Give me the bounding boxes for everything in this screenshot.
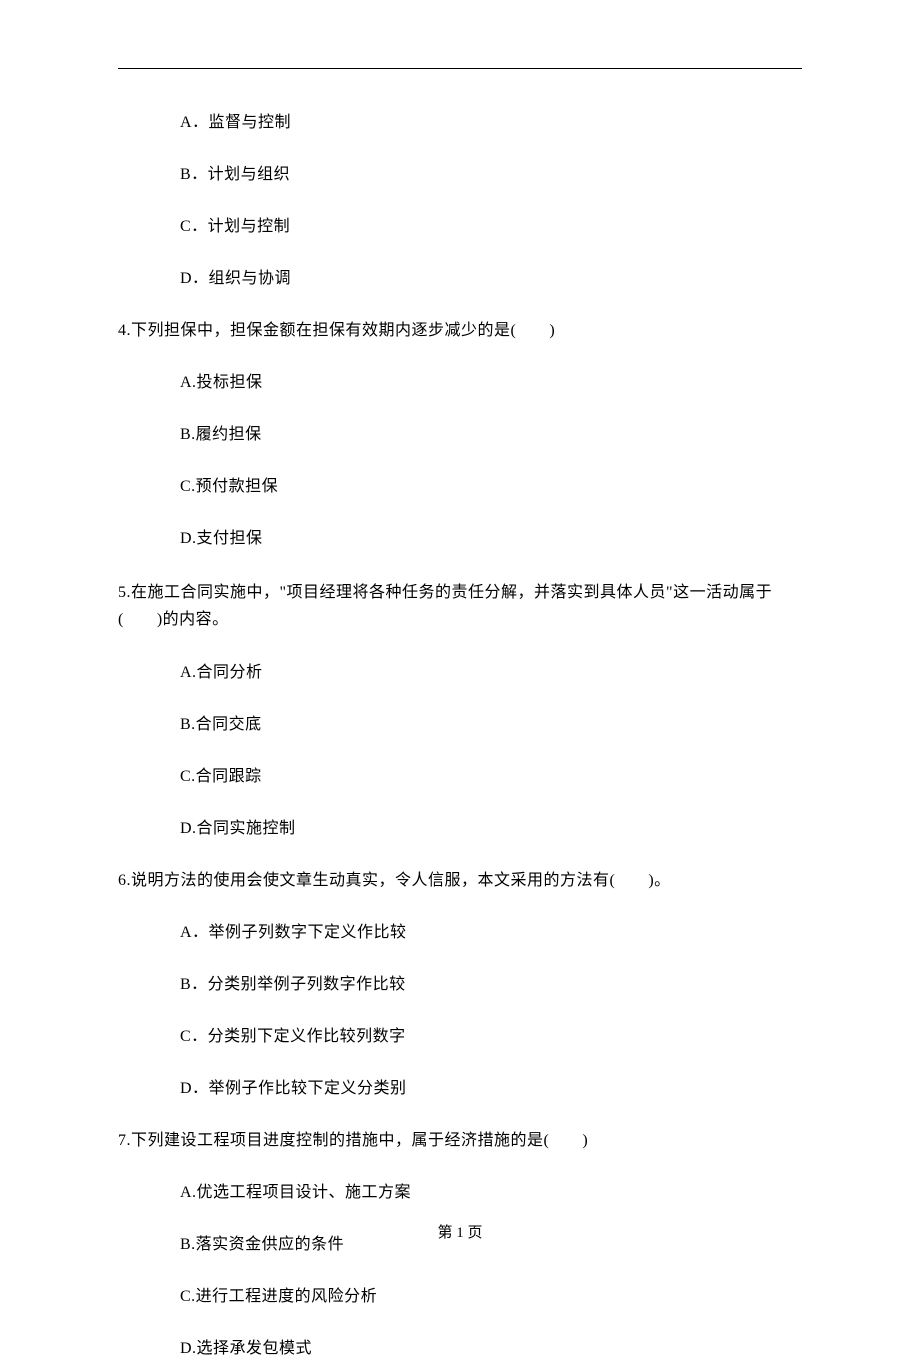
- question-4-option-a: A.投标担保: [118, 371, 802, 395]
- question-4-option-c: C.预付款担保: [118, 475, 802, 499]
- question-7-option-a: A.优选工程项目设计、施工方案: [118, 1181, 802, 1205]
- question-7-stem: 7.下列建设工程项目进度控制的措施中，属于经济措施的是( ): [118, 1129, 802, 1153]
- question-6-option-c: C．分类别下定义作比较列数字: [118, 1025, 802, 1049]
- option-d: D．组织与协调: [118, 267, 802, 291]
- option-c: C．计划与控制: [118, 215, 802, 239]
- header-rule: [118, 68, 802, 69]
- option-a: A．监督与控制: [118, 111, 802, 135]
- question-4-option-d: D.支付担保: [118, 527, 802, 551]
- question-6-option-d: D．举例子作比较下定义分类别: [118, 1077, 802, 1101]
- question-7-option-d: D.选择承发包模式: [118, 1337, 802, 1361]
- question-4-stem: 4.下列担保中，担保金额在担保有效期内逐步减少的是( ): [118, 319, 802, 343]
- question-6-option-a: A．举例子列数字下定义作比较: [118, 921, 802, 945]
- page-body: A．监督与控制 B．计划与组织 C．计划与控制 D．组织与协调 4.下列担保中，…: [0, 0, 920, 1361]
- option-b: B．计划与组织: [118, 163, 802, 187]
- question-4-option-b: B.履约担保: [118, 423, 802, 447]
- page-number: 第 1 页: [0, 1222, 920, 1245]
- question-5-option-d: D.合同实施控制: [118, 817, 802, 841]
- question-7-option-c: C.进行工程进度的风险分析: [118, 1285, 802, 1309]
- question-6-option-b: B．分类别举例子列数字作比较: [118, 973, 802, 997]
- question-5-option-b: B.合同交底: [118, 713, 802, 737]
- question-5-option-a: A.合同分析: [118, 661, 802, 685]
- question-6-stem: 6.说明方法的使用会使文章生动真实，令人信服，本文采用的方法有( )。: [118, 869, 802, 893]
- question-5-stem: 5.在施工合同实施中，"项目经理将各种任务的责任分解，并落实到具体人员"这一活动…: [118, 579, 802, 633]
- question-5-option-c: C.合同跟踪: [118, 765, 802, 789]
